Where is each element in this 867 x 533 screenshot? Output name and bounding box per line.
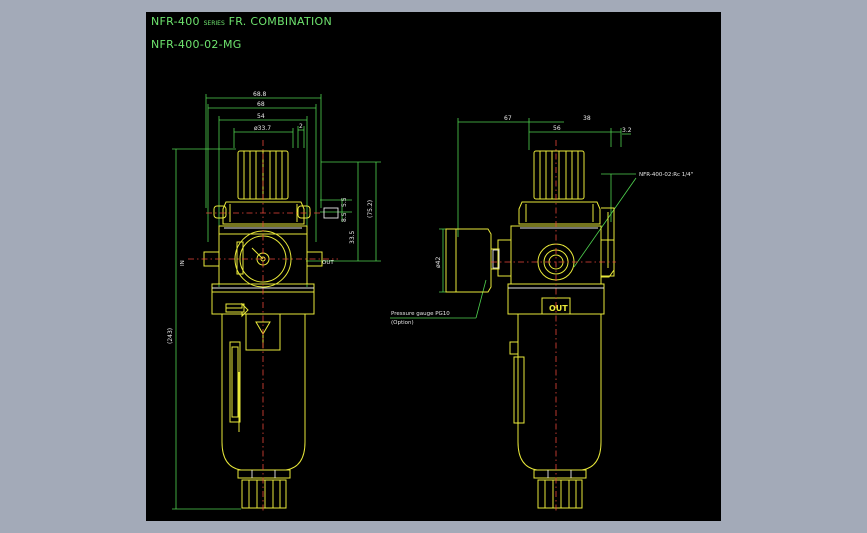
out-plate-label: OUT (549, 304, 568, 313)
dim-54: 54 (257, 113, 265, 120)
dim-67: 67 (504, 115, 512, 122)
dim-33-7: ø33.7 (254, 125, 271, 132)
gauge-note: Pressure gauge PG10 (391, 311, 450, 317)
dim-2: 2 (299, 123, 303, 130)
front-centerlines (188, 140, 338, 512)
front-view (172, 94, 381, 512)
annotation-texts: IN OUT NFR-400-02:Rc 1/4" Pressure gauge… (180, 172, 693, 326)
dim-33-5: 33.5 (349, 230, 356, 244)
gauge-option-note: (Option) (391, 320, 414, 326)
dim-243: (243) (167, 328, 174, 344)
cad-drawing: 68.8 68 54 ø33.7 2 5.5 8.5 (75.2) 33.5 (… (167, 91, 693, 512)
side-body-outline (445, 150, 615, 509)
dim-68-8: 68.8 (253, 91, 267, 98)
port-in-label: IN (180, 260, 186, 266)
dim-38: 38 (583, 115, 591, 122)
port-out-label: OUT (322, 260, 334, 266)
dim-68: 68 (257, 101, 265, 108)
dim-75-2: (75.2) (367, 200, 374, 218)
dim-8-5: 8.5 (341, 212, 348, 222)
dim-42: ø42 (435, 257, 442, 268)
dim-3-2: 3.2 (622, 127, 632, 134)
front-detail-lines (212, 207, 339, 478)
dim-56: 56 (553, 125, 561, 132)
drawing-canvas: NFR-400 SERIES FR. COMBINATION NFR-400-0… (146, 12, 721, 521)
dim-5-5: 5.5 (341, 197, 348, 207)
side-centerlines (491, 140, 616, 512)
pipe-thread-note: NFR-400-02:Rc 1/4" (639, 172, 693, 178)
